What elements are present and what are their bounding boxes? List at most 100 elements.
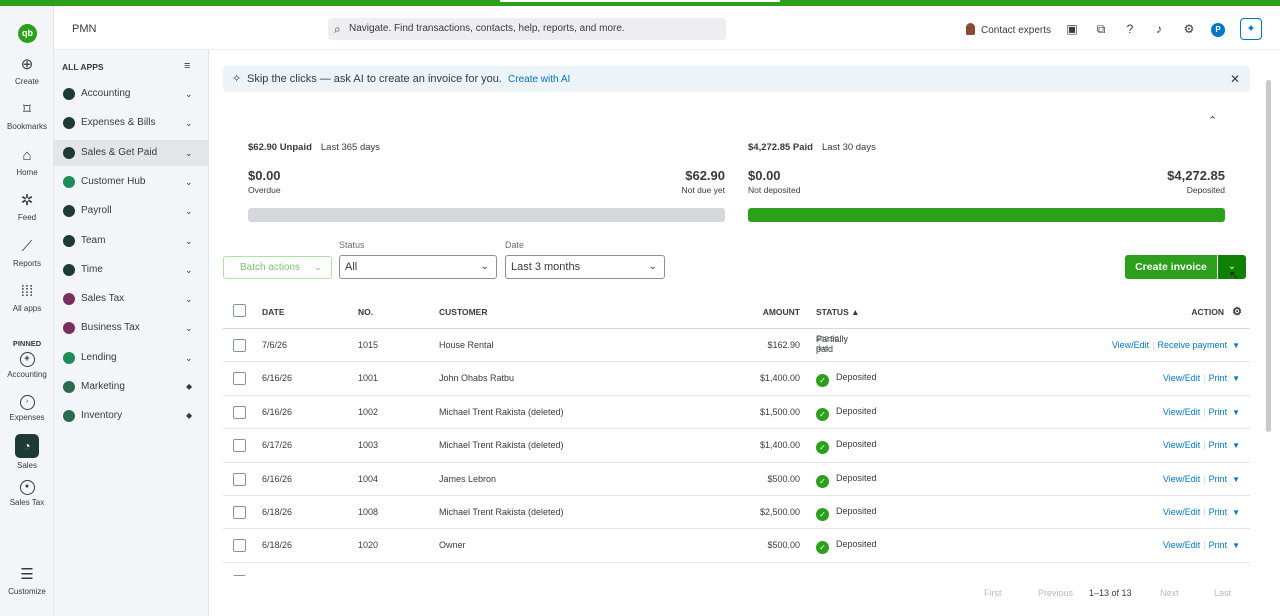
gear-icon[interactable]: ⚙	[1182, 22, 1196, 36]
row-action-link[interactable]: Print	[1209, 540, 1228, 550]
status-text: Deposited	[836, 405, 877, 416]
collapse-menu-icon[interactable]: ≡	[184, 60, 190, 72]
caret-down-icon[interactable]: ▼	[1232, 475, 1240, 484]
assistant-icon[interactable]: ✦	[1240, 18, 1262, 40]
caret-down-icon[interactable]: ▼	[1232, 408, 1240, 417]
rail-home[interactable]: ⌂ Home	[0, 147, 54, 177]
caret-down-icon[interactable]: ▼	[1232, 441, 1240, 450]
sidebar-item-customer-hub[interactable]: Customer Hub ⌄	[54, 169, 209, 195]
rail-pinned-expenses[interactable]: › Expenses	[0, 395, 54, 422]
apps-switch-icon[interactable]: ⧉	[1094, 22, 1108, 37]
profile-avatar[interactable]: P	[1211, 23, 1225, 37]
diamond-icon: ◆	[186, 411, 193, 421]
view-edit-link[interactable]: View/Edit	[1163, 474, 1200, 484]
row-checkbox[interactable]	[233, 472, 246, 486]
row-checkbox[interactable]	[233, 575, 246, 576]
rail-reports[interactable]: ⟋ Reports	[0, 238, 54, 268]
rail-pinned-sales-tax[interactable]: ● Sales Tax	[0, 480, 54, 507]
view-edit-link[interactable]: View/Edit	[1163, 507, 1200, 517]
view-edit-link[interactable]: View/Edit	[1163, 407, 1200, 417]
row-action-link[interactable]: Print	[1209, 440, 1228, 450]
caret-down-icon[interactable]: ▼	[1232, 374, 1240, 383]
view-edit-link[interactable]: View/Edit	[1163, 540, 1200, 550]
sidebar-item-expenses-bills[interactable]: Expenses & Bills ⌄	[54, 110, 209, 136]
sidebar-item-sales-tax[interactable]: Sales Tax ⌄	[54, 286, 209, 312]
caret-down-icon[interactable]: ▼	[1232, 541, 1240, 550]
caret-down-icon[interactable]: ▼	[1232, 508, 1240, 517]
col-date[interactable]: DATE	[262, 307, 285, 317]
row-checkbox[interactable]	[233, 372, 246, 386]
table-row[interactable]: 6/16/26 1002 Michael Trent Rakista (delete…	[223, 396, 1250, 430]
view-edit-link[interactable]: View/Edit	[1163, 440, 1200, 450]
close-icon[interactable]: ✕	[1230, 66, 1240, 92]
cell-action: View/Edit | Print ▼	[1163, 507, 1240, 517]
col-no[interactable]: NO.	[358, 307, 373, 317]
table-row[interactable]: 6/18/26 1008 Michael Trent Rakista (delete…	[223, 496, 1250, 530]
rail-pinned-accounting[interactable]: ◈ Accounting	[0, 352, 54, 379]
contact-experts-button[interactable]: Contact experts	[966, 23, 1051, 36]
sidebar-item-accounting[interactable]: Accounting ⌄	[54, 81, 209, 107]
cell-customer: John Ohabs Ratbu	[439, 373, 515, 384]
row-checkbox[interactable]	[233, 405, 246, 419]
clipboard-icon[interactable]: ▣	[1065, 22, 1079, 36]
quickbooks-logo[interactable]: qb	[18, 24, 37, 43]
table-row[interactable]: 6/16/26 1004 James Lebron $500.00 ✓ Deposited…	[223, 463, 1250, 496]
sidebar-item-payroll[interactable]: Payroll ⌄	[54, 198, 209, 224]
rail-bookmarks[interactable]: ⌑ Bookmarks	[0, 101, 54, 131]
table-row[interactable]: 6/17/26 1003 Michael Trent Rakista (delete…	[223, 429, 1250, 463]
sidebar-item-business-tax[interactable]: Business Tax ⌄	[54, 315, 209, 341]
help-icon[interactable]: ?	[1123, 22, 1137, 36]
row-action-link[interactable]: Receive payment	[1158, 340, 1228, 350]
sidebar-item-team[interactable]: Team ⌄	[54, 228, 209, 254]
pager-last[interactable]: Last	[1214, 588, 1231, 598]
col-amount[interactable]: AMOUNT	[763, 307, 800, 317]
icon-rail: qb ⊕ Create ⌑ Bookmarks ⌂ Home ✲ Feed ⟋ Repor…	[0, 6, 54, 616]
rail-pinned-sales[interactable]: ◔ Sales	[0, 434, 54, 470]
row-checkbox[interactable]	[233, 505, 246, 519]
view-edit-link[interactable]: View/Edit	[1112, 340, 1149, 350]
sidebar-item-time[interactable]: Time ⌄	[54, 257, 209, 283]
col-customer[interactable]: CUSTOMER	[439, 307, 488, 317]
sidebar-item-inventory[interactable]: Inventory ◆	[54, 403, 209, 429]
table-row[interactable]: 7/6/26 1015 House Rental $162.90 Partially p…	[223, 329, 1250, 363]
page-scrollbar[interactable]	[1266, 80, 1271, 432]
caret-down-icon[interactable]: ▼	[1232, 341, 1240, 350]
rail-customize[interactable]: ☰ Customize	[0, 566, 54, 596]
table-row[interactable]: 6/18/26 1020 Owner $500.00 ✓ Deposited View/Ed…	[223, 529, 1250, 563]
global-search[interactable]: ⌕ Navigate. Find transactions, contacts,…	[328, 18, 726, 40]
create-invoice-button[interactable]: Create invoice	[1125, 255, 1217, 279]
status-filter-select[interactable]: All ⌄	[339, 255, 497, 279]
chevron-down-icon: ⌄	[648, 261, 657, 272]
unpaid-progress-bar[interactable]	[248, 208, 725, 222]
pager-next[interactable]: Next	[1160, 588, 1179, 598]
table-row[interactable]: 6/16/26 1001 John Ohabs Ratbu $1,400.00 ✓ Dep…	[223, 362, 1250, 396]
row-action-link[interactable]: Print	[1209, 474, 1228, 484]
rail-all-apps[interactable]: ⁞⁞⁞ All apps	[0, 283, 54, 313]
sidebar-item-lending[interactable]: Lending ⌄	[54, 345, 209, 371]
rail-feed[interactable]: ✲ Feed	[0, 192, 54, 222]
row-checkbox[interactable]	[233, 439, 246, 453]
date-filter-select[interactable]: Last 3 months ⌄	[505, 255, 665, 279]
pager-previous[interactable]: Previous	[1038, 588, 1073, 598]
row-action-link[interactable]: Print	[1209, 507, 1228, 517]
table-row[interactable]: 7/6/261012Herb Rosa$79.30✓DepositedView/…	[223, 566, 1250, 576]
sidebar-item-marketing[interactable]: Marketing ◆	[54, 374, 209, 400]
check-icon: ✓	[816, 507, 829, 521]
view-edit-link[interactable]: View/Edit	[1163, 373, 1200, 383]
row-checkbox[interactable]	[233, 339, 246, 352]
select-all-checkbox[interactable]	[233, 304, 246, 317]
row-checkbox[interactable]	[233, 539, 246, 553]
paid-progress-bar[interactable]	[748, 208, 1225, 222]
col-status[interactable]: STATUS ▲	[816, 307, 860, 317]
row-action-link[interactable]: Print	[1209, 373, 1228, 383]
batch-actions-button[interactable]: Batch actions ⌄	[223, 256, 332, 279]
sidebar-item-sales-get-paid[interactable]: Sales & Get Paid ⌄	[54, 139, 209, 166]
gear-icon[interactable]: ⚙	[1232, 305, 1242, 318]
not-due-value: $62.90	[685, 168, 725, 183]
pager-first[interactable]: First	[984, 588, 1002, 598]
rail-create[interactable]: ⊕ Create	[0, 56, 54, 86]
create-with-ai-link[interactable]: Create with AI	[508, 74, 570, 85]
bell-icon[interactable]: ♪	[1152, 22, 1166, 36]
row-action-link[interactable]: Print	[1209, 407, 1228, 417]
chevron-up-icon[interactable]: ⌃	[1208, 114, 1217, 127]
